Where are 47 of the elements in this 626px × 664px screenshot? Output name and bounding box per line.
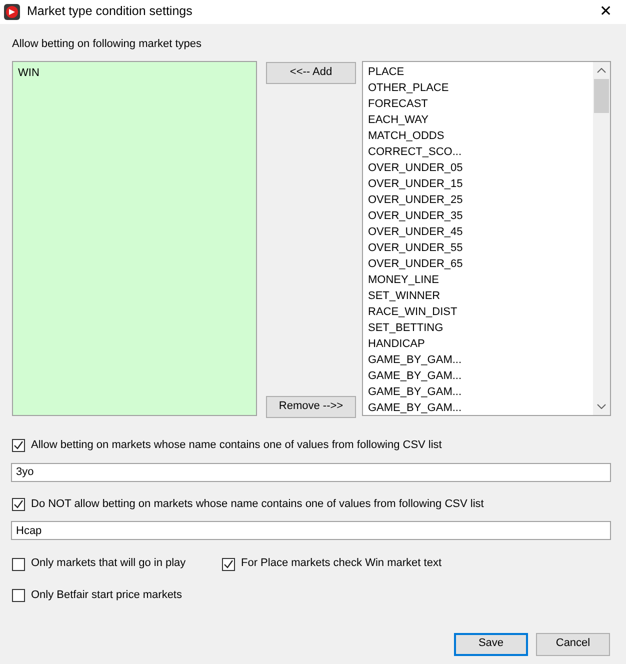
list-item[interactable]: SET_WINNER xyxy=(368,288,588,304)
scroll-up-icon[interactable] xyxy=(597,68,606,73)
checkbox-label: Only Betfair start price markets xyxy=(31,589,182,603)
cancel-button[interactable]: Cancel xyxy=(536,632,610,656)
list-item[interactable]: OVER_UNDER_15 xyxy=(368,176,588,192)
add-button[interactable]: <<-- Add xyxy=(266,62,356,84)
list-item[interactable]: GAME_BY_GAM... xyxy=(368,368,588,384)
scroll-down-icon[interactable] xyxy=(597,404,606,409)
checkbox[interactable] xyxy=(12,558,25,571)
list-item[interactable]: MATCH_ODDS xyxy=(368,128,588,144)
remove-button[interactable]: Remove -->> xyxy=(266,396,356,418)
checkbox[interactable] xyxy=(12,439,25,452)
checkbox-label: Only markets that will go in play xyxy=(31,557,186,571)
list-item[interactable]: EACH_WAY xyxy=(368,112,588,128)
checkbox[interactable] xyxy=(12,589,25,602)
list-item[interactable]: MONEY_LINE xyxy=(368,272,588,288)
list-item[interactable]: OVER_UNDER_65 xyxy=(368,256,588,272)
list-item[interactable]: OVER_UNDER_05 xyxy=(368,160,588,176)
window-title: Market type condition settings xyxy=(27,4,194,20)
list-item[interactable]: GAME_BY_GAM... xyxy=(368,352,588,368)
list-item[interactable]: OTHER_PLACE xyxy=(368,80,588,96)
list-item[interactable]: SET_BETTING xyxy=(368,320,588,336)
list-item[interactable]: OVER_UNDER_55 xyxy=(368,240,588,256)
save-button[interactable]: Save xyxy=(454,632,528,656)
text-field[interactable]: Hcap xyxy=(11,521,611,540)
checkbox-label: Do NOT allow betting on markets whose name contains one of values from following CSV list xyxy=(31,498,484,512)
list-item[interactable]: GAME_BY_GAM... xyxy=(368,384,588,400)
scroll-thumb[interactable] xyxy=(594,78,609,113)
close-button[interactable]: ✕ xyxy=(586,0,626,24)
list-item[interactable]: GAME_BY_GAM... xyxy=(368,400,588,415)
allowed-markets-list[interactable]: WIN xyxy=(12,60,257,416)
list-item[interactable]: CORRECT_SCO... xyxy=(368,144,588,160)
checkbox-label: For Place markets check Win market text xyxy=(241,557,442,571)
list-item[interactable]: WIN xyxy=(18,64,251,81)
list-item[interactable]: OVER_UNDER_25 xyxy=(368,192,588,208)
checkbox[interactable] xyxy=(222,558,235,571)
list-item[interactable]: HANDICAP xyxy=(368,336,588,352)
section-label: Allow betting on following market types xyxy=(12,38,203,52)
checkbox[interactable] xyxy=(12,498,25,511)
checkbox-label: Allow betting on markets whose name contains one of values from following CSV list xyxy=(31,438,442,452)
text-field[interactable]: 3yo xyxy=(11,462,611,482)
app-logo-icon xyxy=(4,4,20,20)
list-item[interactable]: FORECAST xyxy=(368,96,588,112)
list-item[interactable]: PLACE xyxy=(368,64,588,80)
list-item[interactable]: OVER_UNDER_35 xyxy=(368,208,588,224)
list-item[interactable]: OVER_UNDER_45 xyxy=(368,224,588,240)
list-item[interactable]: RACE_WIN_DIST xyxy=(368,304,588,320)
